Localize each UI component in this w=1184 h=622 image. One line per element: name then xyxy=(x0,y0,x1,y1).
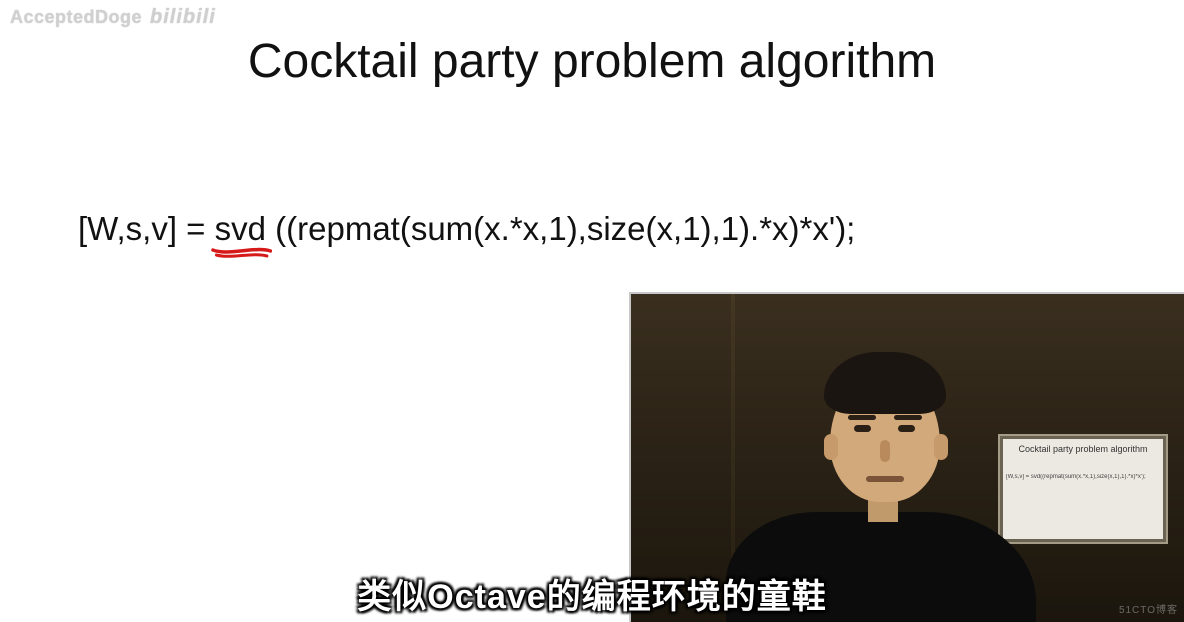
site-logo-watermark: bilibili xyxy=(150,6,216,29)
top-left-watermarks: AcceptedDoge bilibili xyxy=(10,6,216,29)
formula-svd-text: svd xyxy=(215,210,266,248)
hand-underline-icon xyxy=(211,244,272,260)
slide-formula: [W,s,v] = svd ((repmat(sum(x.*x,1),size(… xyxy=(78,210,1144,248)
slide-title: Cocktail party problem algorithm xyxy=(0,34,1184,89)
formula-svd-token: svd xyxy=(215,210,266,248)
uploader-watermark: AcceptedDoge xyxy=(10,7,142,28)
formula-suffix: ((repmat(sum(x.*x,1),size(x,1),1).*x)*x'… xyxy=(275,210,855,248)
formula-prefix: [W,s,v] = xyxy=(78,210,205,248)
video-subtitle: 类似Octave的编程环境的童鞋 xyxy=(0,569,1184,618)
video-frame: AcceptedDoge bilibili Cocktail party pro… xyxy=(0,0,1184,622)
